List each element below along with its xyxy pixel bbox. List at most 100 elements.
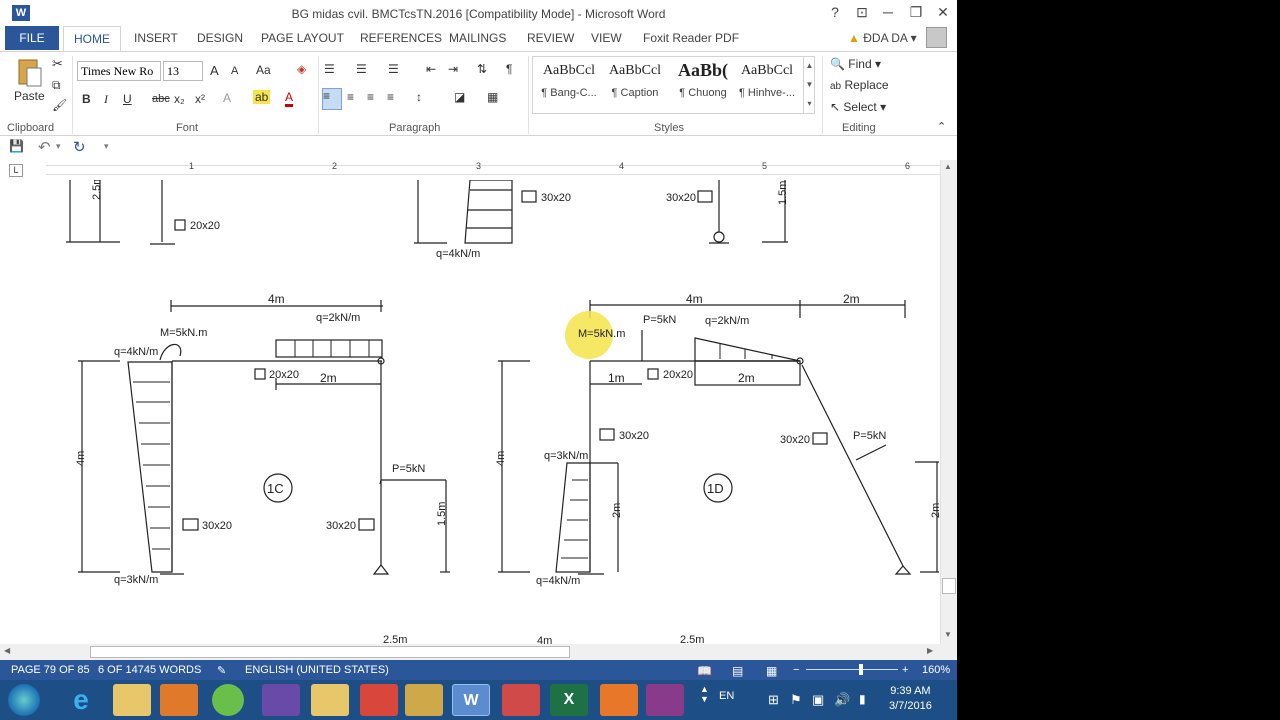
select-button[interactable]: ↖ Select ▾ [830,100,886,114]
visual-studio-icon[interactable] [262,684,300,716]
zoom-out-button[interactable]: − [793,664,799,676]
numbering-icon[interactable]: ☰ [356,62,367,76]
action-center-icon[interactable]: ⚑ [790,692,802,708]
strikethrough-button[interactable]: abc [152,93,170,105]
paste-button[interactable]: Paste [14,89,45,103]
user-account[interactable]: ▲ ĐDA DA ▾ [848,31,917,45]
scroll-right-icon[interactable]: ▶ [927,646,933,655]
font-name-combo[interactable]: Times New Ro [77,61,161,81]
style-bang-c[interactable]: AaBbCcl ¶ Bang-C... [535,63,603,99]
copy-icon[interactable]: ⧉ [52,78,61,93]
style-chuong[interactable]: AaBb( ¶ Chuong [669,60,737,99]
paste-icon[interactable] [15,56,45,88]
borders-icon[interactable]: ▦ [487,90,498,104]
clock[interactable]: 9:39 AM 3/7/2016 [889,685,932,712]
align-right-icon[interactable]: ≡ [367,90,374,104]
tab-view[interactable]: VIEW [591,31,622,45]
customize-qat-icon[interactable]: ▾ [104,141,109,152]
tab-page-layout[interactable]: PAGE LAYOUT [261,31,344,45]
tab-foxit-reader-pdf[interactable]: Foxit Reader PDF [643,31,739,45]
internet-explorer-icon[interactable]: e [62,684,100,716]
bold-button[interactable]: B [82,92,91,106]
proofing-icon[interactable]: ✎ [217,664,226,677]
tab-selector[interactable]: L [9,164,23,177]
network-icon[interactable]: ▣ [812,692,824,708]
show-formatting-button[interactable]: ¶ [506,62,512,76]
app-green-icon[interactable] [212,684,244,716]
minimize-button[interactable]: ─ [878,4,898,20]
format-painter-icon[interactable]: 🖌 [52,98,67,112]
font-color-icon[interactable]: A [285,90,294,107]
winrar-icon[interactable] [646,684,684,716]
align-center-icon[interactable]: ≡ [347,90,354,104]
windows-flag-icon[interactable]: ⊞ [768,692,779,708]
language-status[interactable]: ENGLISH (UNITED STATES) [245,664,389,676]
zoom-in-button[interactable]: + [902,664,908,676]
power-icon[interactable]: ▮ [859,692,866,706]
italic-button[interactable]: I [104,92,108,107]
read-mode-icon[interactable]: 📖 [697,664,712,678]
redo-icon[interactable]: ↻ [73,138,86,156]
replace-button[interactable]: ab Replace [830,78,889,92]
bullets-icon[interactable]: ☰ [324,62,335,76]
undo-dropdown-icon[interactable]: ▾ [56,141,61,152]
sort-icon[interactable]: ⇅ [477,62,487,76]
change-case-button[interactable]: Aa [256,63,271,77]
styles-scroll[interactable]: ▲ ▼ ▾ [803,56,815,114]
increase-indent-icon[interactable]: ⇥ [448,62,458,76]
shrink-font-button[interactable]: A [231,65,238,77]
underline-button[interactable]: U [123,92,132,106]
collapse-ribbon-icon[interactable]: ⌃ [937,120,946,133]
highlight-icon[interactable]: ab [253,90,271,104]
clear-formatting-icon[interactable]: ◈ [297,62,306,76]
scroll-left-icon[interactable]: ◀ [4,646,10,655]
font-size-combo[interactable]: 13 [163,61,203,81]
save-icon[interactable]: 💾 [9,139,24,153]
line-spacing-icon[interactable]: ↕ [416,90,422,104]
excel-icon[interactable]: X [550,684,588,716]
find-button[interactable]: 🔍 Find ▾ [830,57,881,71]
horizontal-ruler[interactable]: 1 2 3 4 5 6 [46,161,940,175]
shading-icon[interactable]: ◪ [454,90,465,104]
cut-icon[interactable]: ✂ [52,56,63,72]
multilevel-list-icon[interactable]: ☰ [388,62,399,76]
word-count[interactable]: 6 OF 14745 WORDS [98,664,201,676]
search-app-icon[interactable] [311,684,349,716]
scroll-thumb[interactable] [942,578,956,594]
tab-mailings[interactable]: MAILINGS [449,31,506,45]
tab-design[interactable]: DESIGN [197,31,243,45]
page-count[interactable]: PAGE 79 OF 85 [11,664,90,676]
start-button[interactable] [8,684,40,716]
text-effects-icon[interactable]: A [223,91,231,105]
app-folder-icon[interactable] [405,684,443,716]
decrease-indent-icon[interactable]: ⇤ [426,62,436,76]
superscript-button[interactable]: x² [195,92,205,106]
tab-insert[interactable]: INSERT [134,31,178,45]
avatar[interactable] [926,27,947,48]
help-button[interactable]: ? [825,4,845,20]
volume-icon[interactable]: 🔊 [834,692,850,708]
vertical-scrollbar[interactable]: ▲ ▼ [940,160,957,644]
subscript-button[interactable]: x₂ [174,92,185,106]
horizontal-scrollbar[interactable]: ◀ ▶ [0,644,957,660]
restore-button[interactable]: ❐ [906,4,926,21]
document-area[interactable]: 2.5m 20x20 30x20 q=4kN/m 30x20 1.5m 4m M… [0,180,940,644]
ribbon-display-options-button[interactable]: ⊡ [852,4,872,21]
scroll-up-icon[interactable]: ▲ [944,162,952,171]
file-explorer-icon[interactable] [113,684,151,716]
zoom-slider-thumb[interactable] [859,664,864,675]
foxit-icon[interactable] [600,684,638,716]
tools-icon[interactable] [502,684,540,716]
zoom-level[interactable]: 160% [922,664,950,676]
input-language[interactable]: EN [719,690,734,702]
grow-font-button[interactable]: A [210,63,219,78]
hscroll-thumb[interactable] [90,646,570,658]
media-player-icon[interactable] [160,684,198,716]
undo-icon[interactable]: ↶ [38,138,51,156]
justify-icon[interactable]: ≡ [387,90,394,104]
web-layout-icon[interactable]: ▦ [766,664,777,678]
align-left-icon[interactable]: ≡ [322,88,342,110]
tab-review[interactable]: REVIEW [527,31,574,45]
style-caption[interactable]: AaBbCcl ¶ Caption [601,63,669,99]
zoom-slider[interactable] [806,669,898,670]
